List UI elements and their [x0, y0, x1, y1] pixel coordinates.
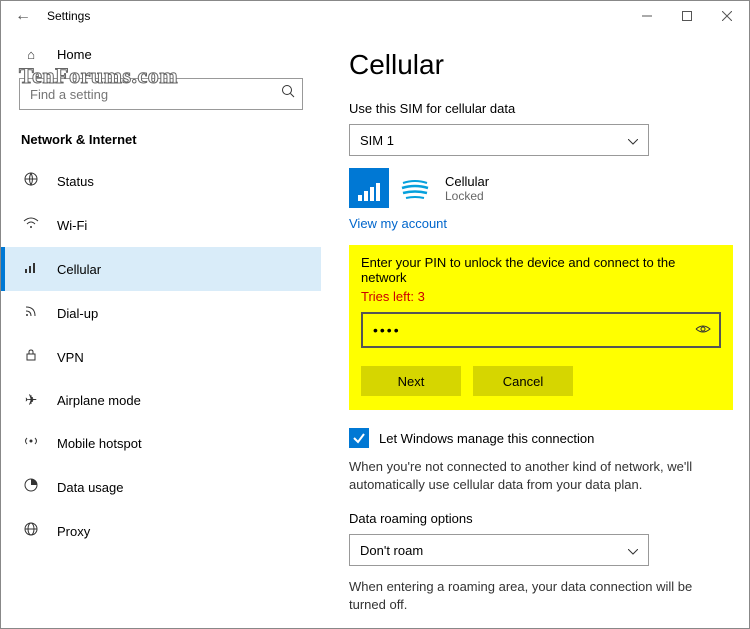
- content-area: Cellular Use this SIM for cellular data …: [321, 31, 749, 628]
- search-container: [19, 78, 303, 110]
- carrier-status: Locked: [445, 189, 489, 203]
- wifi-icon: [21, 215, 41, 235]
- sidebar-item-label: Airplane mode: [57, 393, 141, 408]
- cancel-button[interactable]: Cancel: [473, 366, 573, 396]
- dialup-icon: [21, 303, 41, 323]
- reveal-password-icon[interactable]: [695, 323, 711, 338]
- sidebar-item-dialup[interactable]: Dial-up: [1, 291, 321, 335]
- pin-instruction: Enter your PIN to unlock the device and …: [361, 255, 721, 285]
- signal-icon: [349, 168, 389, 208]
- maximize-button[interactable]: [667, 2, 707, 30]
- sim-selected-value: SIM 1: [360, 133, 394, 148]
- minimize-button[interactable]: [627, 2, 667, 30]
- next-button[interactable]: Next: [361, 366, 461, 396]
- sidebar-item-hotspot[interactable]: Mobile hotspot: [1, 421, 321, 465]
- chevron-down-icon: [628, 133, 638, 148]
- pin-input[interactable]: ••••: [361, 312, 721, 348]
- manage-checkbox-label: Let Windows manage this connection: [379, 431, 594, 446]
- close-icon: [722, 11, 732, 21]
- chevron-down-icon: [628, 543, 638, 558]
- sim-select[interactable]: SIM 1: [349, 124, 649, 156]
- proxy-icon: [21, 521, 41, 541]
- window-title: Settings: [47, 9, 90, 23]
- sidebar-item-label: Dial-up: [57, 306, 98, 321]
- status-icon: [21, 171, 41, 191]
- back-button[interactable]: ←: [3, 7, 43, 25]
- home-label: Home: [57, 47, 92, 62]
- search-icon: [281, 84, 295, 101]
- vpn-icon: [21, 347, 41, 367]
- roaming-description: When entering a roaming area, your data …: [349, 578, 725, 613]
- sidebar: ⌂ Home Network & Internet Status: [1, 31, 321, 628]
- roaming-select[interactable]: Don't roam: [349, 534, 649, 566]
- section-header: Network & Internet: [1, 124, 321, 159]
- view-account-link[interactable]: View my account: [349, 216, 725, 231]
- pin-tries-left: Tries left: 3: [361, 289, 721, 304]
- manage-connection-row[interactable]: Let Windows manage this connection: [349, 428, 725, 448]
- sim-label: Use this SIM for cellular data: [349, 101, 725, 116]
- search-input[interactable]: [19, 78, 303, 110]
- maximize-icon: [682, 11, 692, 21]
- sidebar-item-datausage[interactable]: Data usage: [1, 465, 321, 509]
- home-icon: ⌂: [21, 47, 41, 62]
- sidebar-item-airplane[interactable]: ✈ Airplane mode: [1, 379, 321, 421]
- roaming-selected-value: Don't roam: [360, 543, 423, 558]
- sidebar-item-wifi[interactable]: Wi-Fi: [1, 203, 321, 247]
- airplane-icon: ✈: [21, 391, 41, 409]
- sidebar-item-label: Proxy: [57, 524, 90, 539]
- datausage-icon: [21, 477, 41, 497]
- sidebar-item-cellular[interactable]: Cellular: [1, 247, 321, 291]
- sidebar-item-label: VPN: [57, 350, 84, 365]
- sidebar-item-proxy[interactable]: Proxy: [1, 509, 321, 553]
- sidebar-item-label: Data usage: [57, 480, 124, 495]
- carrier-name: Cellular: [445, 174, 489, 189]
- sidebar-item-label: Cellular: [57, 262, 101, 277]
- sidebar-item-label: Wi-Fi: [57, 218, 87, 233]
- settings-window: ← Settings ⌂ Home Network & Internet: [0, 0, 750, 629]
- pin-masked-value: ••••: [373, 322, 401, 338]
- titlebar: ← Settings: [1, 1, 749, 31]
- pin-unlock-section: Enter your PIN to unlock the device and …: [349, 245, 733, 410]
- cellular-icon: [21, 259, 41, 279]
- close-button[interactable]: [707, 2, 747, 30]
- manage-checkbox[interactable]: [349, 428, 369, 448]
- manage-description: When you're not connected to another kin…: [349, 458, 725, 493]
- minimize-icon: [642, 11, 652, 21]
- home-nav[interactable]: ⌂ Home: [1, 37, 321, 72]
- check-icon: [352, 431, 366, 445]
- hotspot-icon: [21, 433, 41, 453]
- sidebar-item-label: Status: [57, 174, 94, 189]
- roaming-label: Data roaming options: [349, 511, 725, 526]
- page-title: Cellular: [349, 49, 725, 81]
- sidebar-item-vpn[interactable]: VPN: [1, 335, 321, 379]
- carrier-logo-icon: [397, 170, 433, 206]
- sidebar-item-label: Mobile hotspot: [57, 436, 142, 451]
- carrier-row: Cellular Locked: [349, 168, 725, 208]
- sidebar-item-status[interactable]: Status: [1, 159, 321, 203]
